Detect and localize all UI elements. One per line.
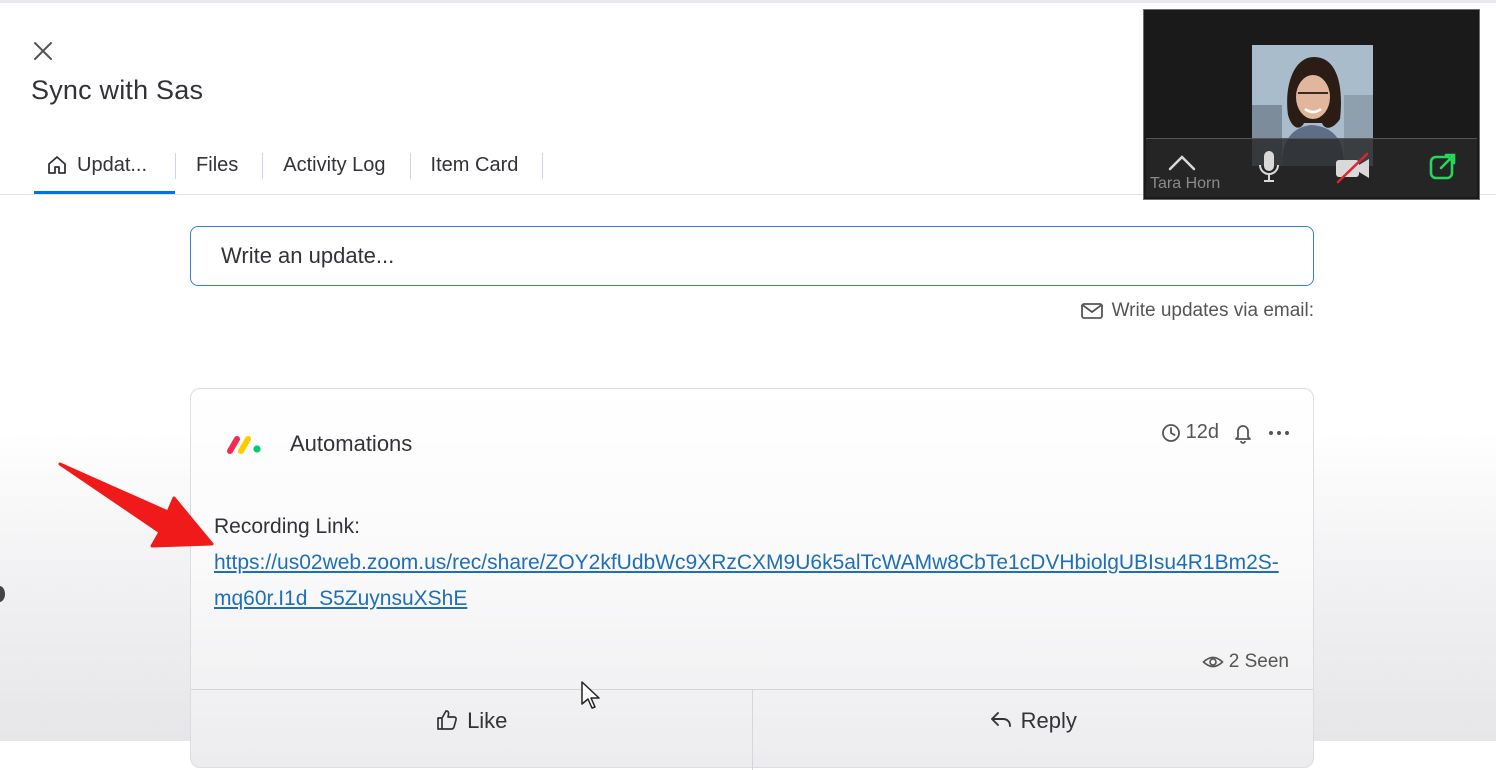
seen-count[interactable]: 2 Seen (1202, 651, 1289, 673)
tab-item-card-label: Item Card (430, 153, 519, 176)
like-label: Like (467, 708, 508, 733)
edge-handle (0, 586, 5, 602)
more-icon[interactable] (1267, 423, 1291, 443)
clock-icon (1161, 423, 1180, 442)
tab-activity-log-label: Activity Log (283, 153, 386, 176)
video-call-window[interactable]: Tara Horn (1143, 9, 1480, 200)
tab-updates-label: Updat... (77, 153, 148, 176)
tab-bar: Updat... Files Activity Log Item Card (34, 140, 544, 196)
share-screen-icon (1429, 153, 1456, 180)
camera-toggle-button[interactable] (1332, 151, 1374, 185)
tab-divider (542, 153, 544, 179)
thumbs-up-icon (437, 710, 458, 730)
eye-icon (1202, 656, 1224, 668)
arrow-annotation-icon (58, 462, 214, 548)
write-via-email-label: Write updates via email: (1111, 300, 1314, 321)
update-timestamp: 12d (1161, 421, 1219, 444)
author-name: Automations (290, 431, 413, 456)
update-card: Automations 12d Recording Link: https://… (190, 388, 1314, 770)
write-update-input[interactable] (190, 226, 1314, 286)
recording-link[interactable]: https://us02web.zoom.us/rec/share/ZOY2kf… (214, 551, 1279, 610)
like-button[interactable]: Like (191, 690, 752, 770)
tab-item-card[interactable]: Item Card (411, 140, 543, 190)
update-actions: Like Reply (191, 689, 1313, 770)
tab-files[interactable]: Files (176, 140, 262, 190)
mail-icon (1080, 303, 1103, 319)
top-edge (0, 0, 1496, 3)
close-button[interactable] (28, 36, 58, 66)
mouse-cursor-icon (581, 681, 600, 709)
close-icon (34, 42, 52, 60)
seen-label: 2 Seen (1228, 651, 1289, 672)
update-author: Automations (226, 431, 412, 457)
tab-files-label: Files (196, 153, 239, 176)
microphone-icon (1259, 151, 1279, 182)
chevron-up-icon (1168, 155, 1196, 171)
reply-button[interactable]: Reply (751, 690, 1314, 770)
tab-activity-log[interactable]: Activity Log (263, 140, 409, 190)
participant-name: Tara Horn (1150, 175, 1221, 192)
update-meta: 12d (1161, 421, 1291, 444)
update-body: Recording Link: https://us02web.zoom.us/… (214, 509, 1294, 617)
mute-button[interactable] (1254, 147, 1284, 187)
expand-button[interactable] (1164, 151, 1200, 175)
recording-link-label: Recording Link: (214, 515, 360, 538)
item-title: Sync with Sas (31, 75, 204, 105)
bell-icon[interactable] (1233, 422, 1253, 444)
video-off-icon (1336, 152, 1369, 184)
reply-label: Reply (1020, 708, 1077, 733)
share-screen-button[interactable] (1426, 149, 1460, 183)
home-icon (48, 156, 66, 174)
update-age: 12d (1185, 421, 1219, 443)
reply-icon (990, 712, 1011, 727)
monday-logo-icon (227, 436, 261, 454)
tab-updates[interactable]: Updat... (34, 140, 176, 194)
write-via-email-link[interactable]: Write updates via email: (1080, 300, 1314, 322)
